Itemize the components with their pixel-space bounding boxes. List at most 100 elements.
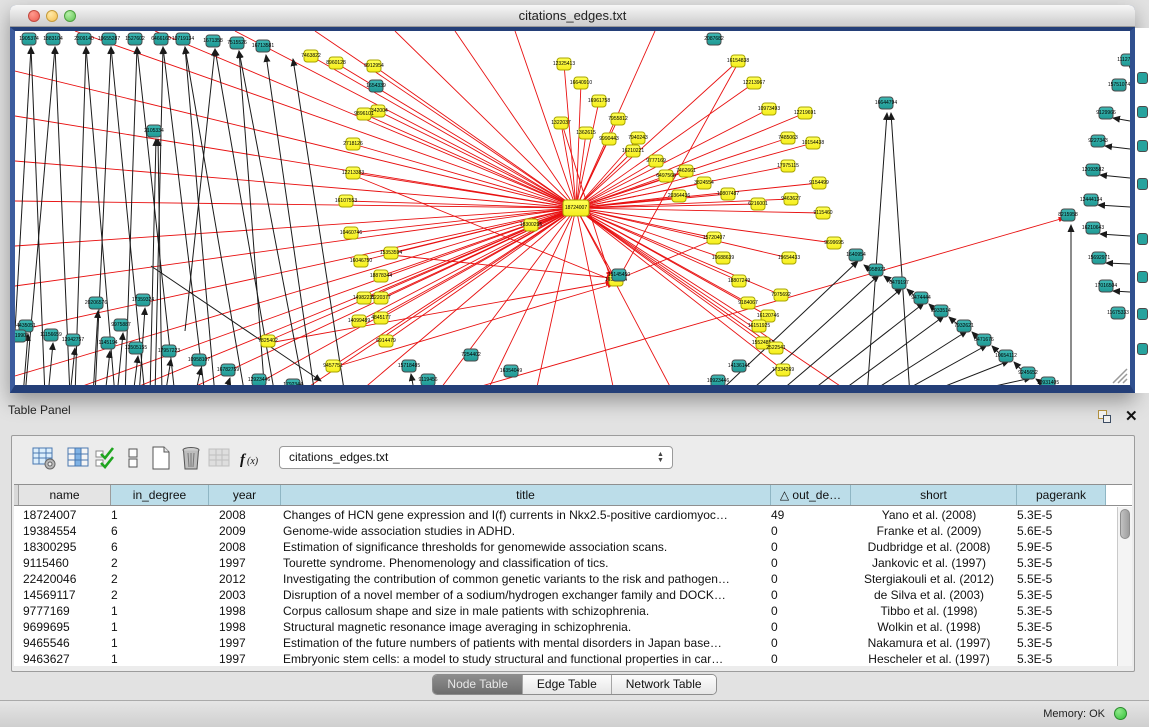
cell-in_degree[interactable]: 1 [106, 507, 204, 523]
cell-title[interactable]: Estimation of the future numbers of pati… [276, 635, 766, 651]
close-window-button[interactable] [28, 10, 40, 22]
graph-node[interactable]: 7515526 [230, 37, 245, 50]
graph-node[interactable]: 12325413 [557, 58, 572, 71]
row-height-icon[interactable] [120, 445, 146, 471]
graph-node[interactable]: 18724007 [563, 200, 590, 217]
cell-short[interactable]: Hescheler et al. (1997) [846, 651, 1012, 666]
cell-name[interactable]: 9463627 [14, 651, 106, 666]
graph-node[interactable]: 2342004 [371, 105, 386, 118]
column-header-in_degree[interactable]: in_degree [111, 485, 209, 505]
graph-node[interactable]: 14099489 [352, 315, 367, 328]
graph-node[interactable]: 10654112 [999, 350, 1014, 363]
row-selection-icon[interactable] [93, 445, 119, 471]
cell-short[interactable]: Dudbridge et al. (2008) [846, 539, 1012, 555]
graph-node[interactable]: 18300295 [524, 219, 539, 232]
graph-node[interactable]: 10923446 [711, 375, 726, 386]
vertical-scrollbar[interactable] [1117, 507, 1132, 666]
graph-node[interactable]: 12093582 [1086, 164, 1101, 177]
table-row[interactable]: 1830029562008Estimation of significance … [14, 539, 1116, 555]
graph-node[interactable]: 17016504 [1099, 280, 1114, 293]
graph-node[interactable]: 16782759 [221, 364, 236, 377]
cell-name[interactable]: 19384554 [14, 523, 106, 539]
cell-title[interactable]: Structural magnetic resonance image aver… [276, 619, 766, 635]
column-header-year[interactable]: year [209, 485, 281, 505]
cell-out_degree[interactable]: 0 [766, 619, 846, 635]
table-row[interactable]: 1938455462009Genome-wide association stu… [14, 523, 1116, 539]
graph-node[interactable]: 7462661 [679, 165, 694, 178]
graph-node[interactable]: 16354049 [504, 365, 519, 378]
graph-node[interactable]: 2718126 [346, 138, 361, 151]
cell-short[interactable]: Jankovic et al. (1997) [846, 555, 1012, 571]
cell-name[interactable]: 18300295 [14, 539, 106, 555]
table-selector-dropdown[interactable]: citations_edges.txt ▲▼ [279, 446, 673, 469]
graph-node[interactable]: 14982233 [357, 292, 372, 305]
column-header-title[interactable]: title [281, 485, 771, 505]
graph-node[interactable]: 3824554 [697, 177, 712, 190]
cell-title[interactable]: Genome-wide association studies in ADHD. [276, 523, 766, 539]
graph-node[interactable]: 2309140 [77, 33, 92, 46]
cell-in_degree[interactable]: 2 [106, 555, 204, 571]
graph-node[interactable]: 1654339 [369, 80, 384, 93]
graph-node[interactable]: 2105334 [147, 125, 162, 138]
graph-node[interactable]: 6466160 [154, 33, 169, 46]
table-row[interactable]: 911546021997Tourette syndrome. Phenomeno… [14, 555, 1116, 571]
graph-node[interactable]: 8471676 [977, 334, 992, 347]
cell-year[interactable]: 2008 [204, 539, 276, 555]
table-row[interactable]: 2242004622012Investigating the contribut… [14, 571, 1116, 587]
cell-out_degree[interactable]: 0 [766, 539, 846, 555]
cell-name[interactable]: 22420046 [14, 571, 106, 587]
graph-node[interactable]: 11156659 [44, 329, 59, 342]
tab-network-table[interactable]: Network Table [612, 675, 716, 694]
column-header-name[interactable]: name [19, 485, 111, 505]
function-builder-icon[interactable]: f (x) [238, 445, 264, 471]
delete-column-icon[interactable] [178, 445, 204, 471]
cell-in_degree[interactable]: 1 [106, 635, 204, 651]
cell-out_degree[interactable]: 0 [766, 635, 846, 651]
cell-out_degree[interactable]: 49 [766, 507, 846, 523]
graph-node[interactable]: 15692971 [1092, 252, 1107, 265]
scrollbar-thumb[interactable] [1120, 509, 1130, 539]
graph-node[interactable]: 11675333 [1111, 307, 1126, 320]
graph-node[interactable]: 12444134 [1084, 194, 1099, 207]
cell-out_degree[interactable]: 0 [766, 555, 846, 571]
graph-node[interactable]: 16644794 [879, 97, 894, 110]
graph-node[interactable]: 15353594 [384, 247, 399, 260]
graph-node[interactable]: 1883104 [46, 33, 61, 46]
cell-year[interactable]: 1997 [204, 651, 276, 666]
cell-name[interactable]: 9115460 [14, 555, 106, 571]
table-settings-icon[interactable] [31, 445, 57, 471]
cell-pagerank[interactable]: 5.3E-5 [1012, 587, 1101, 603]
graph-node[interactable]: 2933514 [934, 305, 949, 318]
cell-name[interactable]: 9699695 [14, 619, 106, 635]
float-panel-icon[interactable] [1098, 410, 1112, 424]
graph-node[interactable]: 1527602 [128, 33, 143, 46]
cell-name[interactable]: 9777169 [14, 603, 106, 619]
cell-short[interactable]: Stergiakouli et al. (2012) [846, 571, 1012, 587]
graph-node[interactable]: 14136141 [732, 360, 747, 373]
minimize-window-button[interactable] [46, 10, 58, 22]
graph-node[interactable]: 16151925 [752, 320, 767, 333]
window-titlebar[interactable]: citations_edges.txt [10, 5, 1135, 27]
graph-node[interactable]: 9463627 [784, 193, 799, 206]
graph-node[interactable]: 2522541 [769, 342, 784, 355]
cell-name[interactable]: 9465546 [14, 635, 106, 651]
graph-node[interactable]: 17957223 [162, 345, 177, 358]
tab-edge-table[interactable]: Edge Table [523, 675, 612, 694]
graph-node[interactable]: 16210643 [1086, 222, 1101, 235]
graph-node[interactable]: 10931405 [1041, 377, 1056, 386]
graph-node[interactable]: 13942757 [66, 334, 81, 347]
graph-node[interactable]: 1322037 [554, 117, 569, 130]
cell-year[interactable]: 1998 [204, 619, 276, 635]
cell-title[interactable]: Embryonic stem cells: a model to study s… [276, 651, 766, 666]
cell-short[interactable]: Tibbo et al. (1998) [846, 603, 1012, 619]
cell-short[interactable]: Yano et al. (2008) [846, 507, 1012, 523]
graph-node[interactable]: 15720407 [707, 232, 722, 245]
graph-node[interactable]: 16210221 [626, 145, 641, 158]
cell-short[interactable]: Franke et al. (2009) [846, 523, 1012, 539]
graph-node[interactable]: 15145450 [612, 269, 627, 282]
graph-node[interactable]: 1671358 [206, 35, 221, 48]
cell-in_degree[interactable]: 2 [106, 571, 204, 587]
cell-short[interactable]: de Silva et al. (2003) [846, 587, 1012, 603]
graph-node[interactable]: 8958921 [869, 264, 884, 277]
graph-node[interactable]: 7975692 [774, 289, 789, 302]
